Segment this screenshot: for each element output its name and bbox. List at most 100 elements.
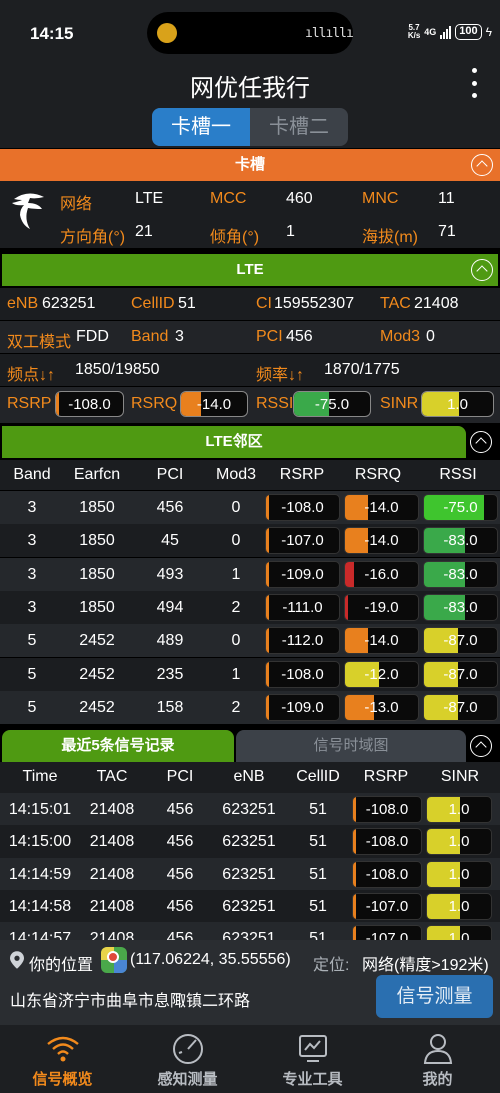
- lte-section-header[interactable]: LTE: [2, 254, 498, 286]
- nav-item-signal-overview[interactable]: 信号概览: [0, 1025, 125, 1093]
- card-section-title: 卡槽: [234, 156, 265, 173]
- sinr-value: 1.0: [448, 801, 470, 818]
- table-row: 14:14:58 21408 456 623251 51 -107.0 1.0: [0, 889, 500, 923]
- cell-mod3: 0: [231, 632, 241, 650]
- rsrp-meter: -109.0: [265, 560, 340, 588]
- rsrq-value: -14.0: [196, 396, 232, 413]
- rsrp-value: -109.0: [281, 698, 324, 716]
- nav-item-mine[interactable]: 我的: [375, 1025, 500, 1093]
- rsrq-value: -19.0: [364, 598, 399, 616]
- tab-sim-2[interactable]: 卡槽二: [250, 108, 348, 146]
- collapse-icon[interactable]: [470, 431, 492, 453]
- collapse-icon[interactable]: [470, 735, 492, 757]
- more-menu-icon[interactable]: [470, 68, 478, 98]
- rsrp-value: -108.0: [365, 833, 409, 851]
- cell-time: 14:14:59: [8, 865, 72, 883]
- col-tac: TAC: [96, 768, 128, 785]
- table-row: 5 2452 158 2 -109.0 -13.0 -87.0: [0, 690, 500, 724]
- app-bar: 网优任我行: [0, 66, 500, 106]
- sinr-meter: 1.0: [426, 828, 492, 856]
- tilt-label: 倾角(°): [210, 229, 260, 246]
- col-rssi: RSSI: [439, 466, 477, 483]
- rsrp-meter: -111.0: [265, 593, 340, 621]
- rsrq-meter: -14.0: [344, 494, 419, 521]
- sinr-meter: 1.0: [426, 925, 492, 940]
- cell-pci: 45: [161, 532, 179, 550]
- card-section-header[interactable]: 卡槽: [0, 149, 500, 181]
- cell-pci: 456: [166, 833, 194, 851]
- rssi-value: -87.0: [443, 632, 478, 650]
- rssi-value: -83.0: [443, 532, 478, 550]
- collapse-icon[interactable]: [471, 154, 493, 176]
- sim-selector-bar: 卡槽一 卡槽二: [0, 106, 500, 148]
- rsrp-value: -108.0: [365, 865, 409, 883]
- table-row: 3 1850 45 0 -107.0 -14.0 -83.0: [0, 524, 500, 558]
- tab-time-domain[interactable]: 信号时域图: [236, 730, 466, 762]
- cell-band: 3: [27, 499, 37, 516]
- nav-item-perception[interactable]: 感知测量: [125, 1025, 250, 1093]
- cell-mod3: 1: [231, 665, 241, 683]
- cell-mod3: 2: [231, 598, 241, 616]
- collapse-icon[interactable]: [471, 259, 493, 281]
- rssi-meter: -83.0: [423, 593, 498, 621]
- enb-label: eNB: [7, 295, 39, 312]
- duplex-value: FDD: [76, 328, 109, 345]
- sinr-meter: 1.0: [426, 860, 492, 888]
- rssi-meter: -87.0: [423, 660, 498, 688]
- cell-band: 3: [27, 532, 37, 550]
- cell-enb: 623251: [222, 833, 276, 851]
- rsrp-value: -107.0: [365, 897, 409, 915]
- tab-sim-1[interactable]: 卡槽一: [152, 108, 250, 146]
- col-time: Time: [22, 768, 58, 785]
- dynamic-island: ıllıllı: [147, 12, 354, 54]
- nav-label: 我的: [422, 1071, 453, 1088]
- network-label: 网络: [60, 196, 93, 213]
- nav-label: 感知测量: [157, 1071, 218, 1088]
- table-row: 5 2452 235 1 -108.0 -12.0 -87.0: [0, 657, 500, 691]
- rsrq-meter: -12.0: [344, 660, 419, 688]
- audio-wave-icon: ıllıllı: [305, 26, 354, 41]
- cell-band: 5: [27, 632, 37, 650]
- neighbor-section-title: LTE邻区: [205, 433, 263, 450]
- cell-earfcn: 2452: [79, 698, 115, 716]
- col-sinr: SINR: [440, 768, 480, 785]
- locate-label: 定位:: [313, 957, 350, 974]
- rsrq-meter: -13.0: [344, 693, 419, 721]
- neighbor-section-header[interactable]: LTE邻区: [2, 426, 466, 458]
- cell-cellid: 51: [309, 833, 327, 851]
- altitude-label: 海拔(m): [362, 229, 418, 246]
- signal-measure-button[interactable]: 信号测量: [376, 975, 493, 1018]
- lightning-icon: ϟ: [485, 25, 492, 39]
- col-pci: PCI: [166, 768, 194, 785]
- tab-recent-records[interactable]: 最近5条信号记录: [2, 730, 234, 762]
- band-label: Band: [131, 328, 169, 345]
- cell-pci: 158: [156, 698, 184, 716]
- freq-label: 频率↓↑: [256, 367, 305, 384]
- duplex-label: 双工模式: [7, 334, 72, 351]
- cell-band: 3: [27, 598, 37, 616]
- network-type: 4G: [424, 27, 437, 37]
- rssi-meter: -83.0: [423, 527, 498, 555]
- rsrp-meter: -108.0: [265, 660, 340, 688]
- tab-time-domain-label: 信号时域图: [313, 737, 389, 754]
- rssi-meter: -75.0: [423, 494, 498, 521]
- neighbor-header-row: Band Earfcn PCI Mod3 RSRP RSRQ RSSI: [0, 460, 500, 490]
- azimuth-value: 21: [135, 223, 153, 240]
- cell-mod3: 0: [231, 499, 241, 516]
- rssi-value: -87.0: [443, 665, 478, 683]
- sinr-meter: 1.0: [426, 796, 492, 823]
- table-row: 3 1850 493 1 -109.0 -16.0 -83.0: [0, 557, 500, 591]
- location-panel: 你的位置 (117.06224, 35.55556) 定位: 网络(精度>192…: [0, 940, 500, 1025]
- nav-item-pro-tools[interactable]: 专业工具: [250, 1025, 375, 1093]
- rssi-meter: -87.0: [423, 627, 498, 655]
- cell-pci: 493: [156, 565, 184, 583]
- freq-value: 1870/1775: [324, 361, 400, 378]
- map-icon[interactable]: [101, 947, 127, 973]
- rsrq-meter: -19.0: [344, 593, 419, 621]
- cell-enb: 623251: [222, 801, 276, 818]
- cell-earfcn: 2452: [79, 665, 115, 683]
- table-row: 14:14:59 21408 456 623251 51 -108.0 1.0: [0, 857, 500, 891]
- gauge-icon: [172, 1034, 203, 1064]
- rsrq-meter: -14.0: [344, 527, 419, 555]
- cell-mod3: 1: [231, 565, 241, 583]
